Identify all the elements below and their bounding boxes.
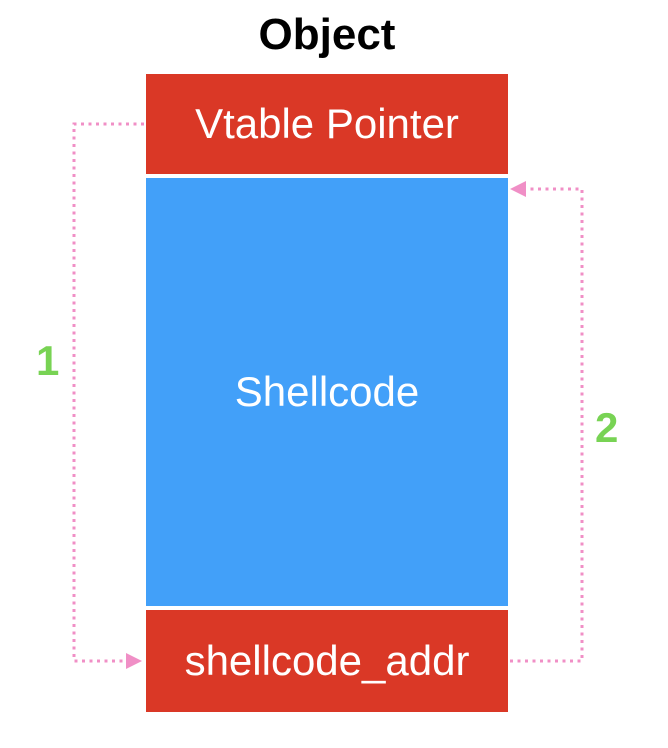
arrow-1: [72, 122, 144, 669]
arrow-1-head: [126, 653, 142, 669]
step-2-label: 2: [595, 404, 619, 451]
arrow-2: [510, 181, 584, 663]
arrow-2-head: [510, 181, 526, 197]
pointer-arrows: [72, 122, 584, 669]
arrow-1-line: [72, 122, 144, 663]
arrow-2-line: [510, 187, 584, 663]
step-1-label: 1: [36, 337, 60, 384]
